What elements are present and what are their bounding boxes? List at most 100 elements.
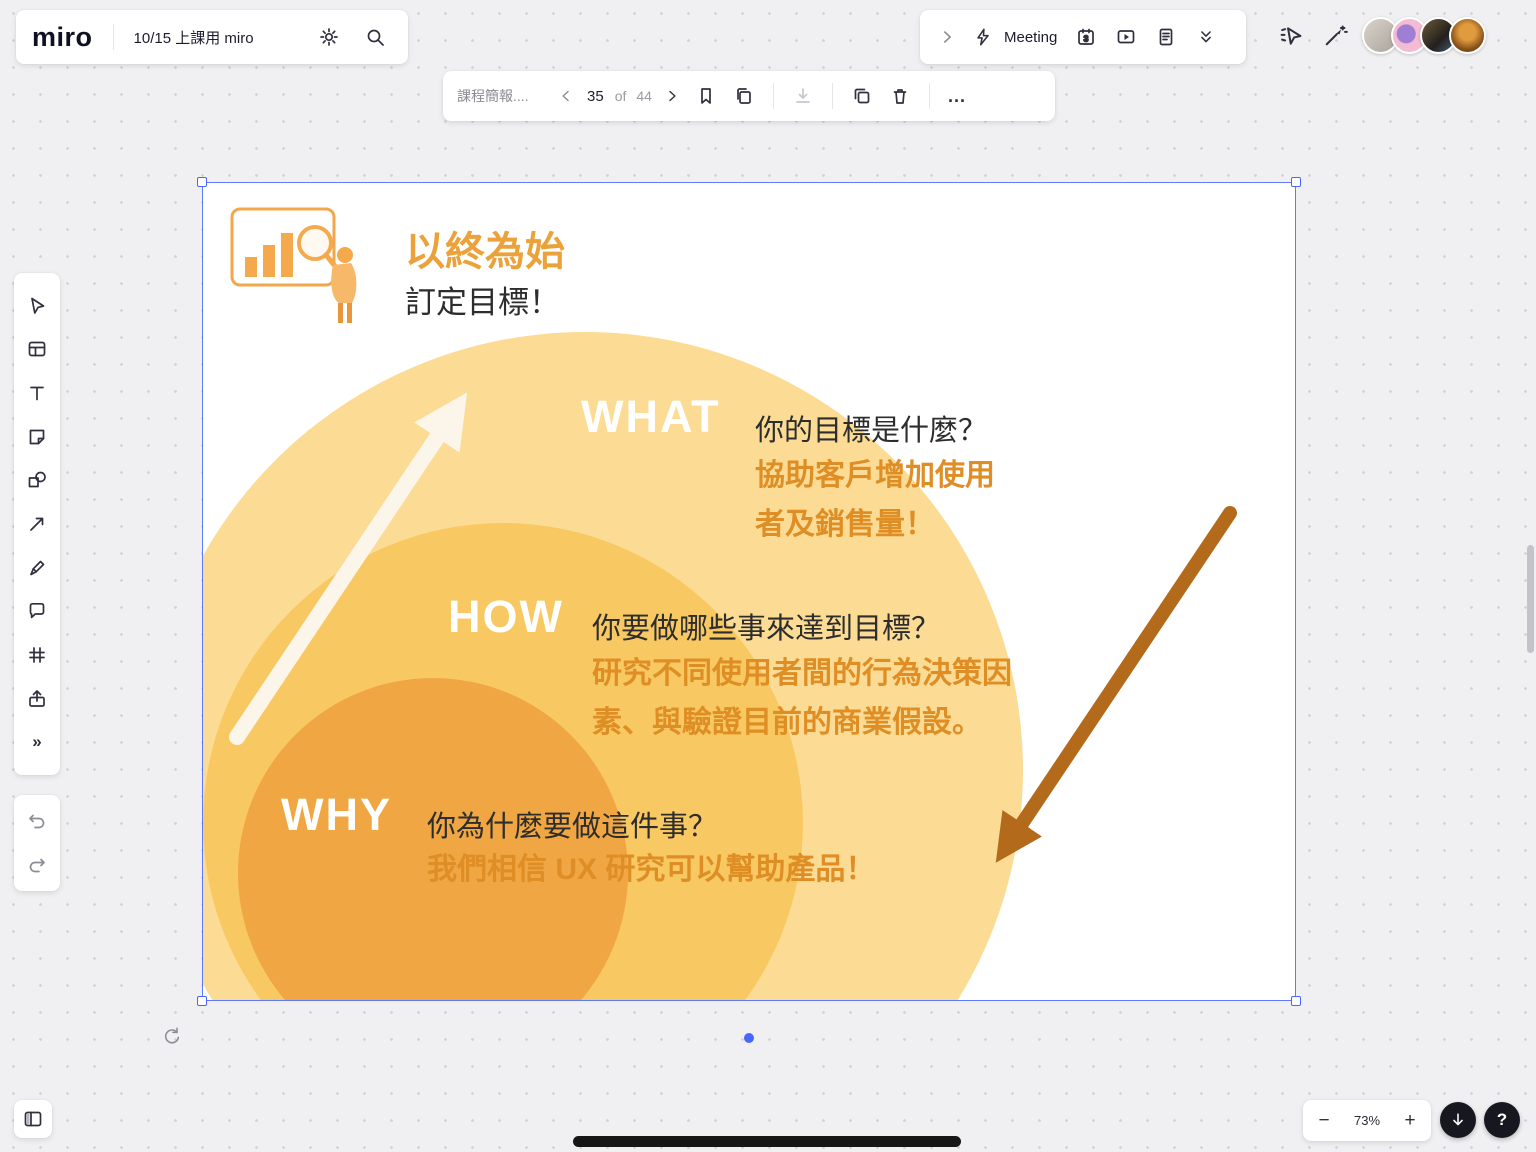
comment-tool[interactable] — [20, 594, 54, 628]
resize-handle-bottom-left[interactable] — [197, 996, 207, 1006]
undo-icon — [26, 810, 48, 832]
bookmark-icon — [695, 85, 717, 107]
shapes-tool[interactable] — [20, 463, 54, 497]
download-button[interactable] — [786, 79, 820, 113]
sticky-note-icon — [26, 426, 48, 448]
follow-cursor-button[interactable] — [1272, 17, 1310, 55]
screenshare-icon — [1115, 26, 1137, 48]
calendar-icon: 3 — [1075, 26, 1097, 48]
of-label: of — [612, 88, 630, 104]
slide-title: 以終為始 — [405, 219, 565, 277]
board-title[interactable]: 10/15 上課用 miro — [134, 27, 300, 48]
select-tool[interactable] — [20, 289, 54, 323]
miro-logo[interactable]: miro — [32, 22, 93, 53]
screenshare-button[interactable] — [1109, 20, 1143, 54]
trash-icon — [889, 85, 911, 107]
upload-icon — [26, 688, 48, 710]
duplicate-icon — [851, 85, 873, 107]
prev-frame-button[interactable] — [553, 79, 579, 113]
double-chevron-down-icon — [1196, 27, 1216, 47]
rotate-icon — [162, 1026, 182, 1046]
laser-pointer-button[interactable] — [1316, 17, 1354, 55]
frame-nav-toolbar: 課程簡報.... 35 of 44 — [443, 71, 1055, 121]
text-icon — [26, 382, 48, 404]
meeting-bar: Meeting 3 — [920, 10, 1246, 64]
templates-icon — [26, 338, 48, 360]
resize-handle-top-left[interactable] — [197, 177, 207, 187]
miro-board-canvas[interactable]: 以終為始 訂定目標！ WHAT 你的目標是什麼？ 協助客戶增加使用 者及銷售量！… — [0, 0, 1536, 1152]
rotate-handle[interactable] — [160, 1024, 184, 1048]
avatar-4[interactable] — [1449, 17, 1486, 54]
notes-button[interactable] — [1149, 20, 1183, 54]
next-frame-button[interactable] — [659, 79, 685, 113]
document-icon — [1155, 26, 1177, 48]
text-tool[interactable] — [20, 376, 54, 410]
more-tools-button[interactable]: » — [20, 725, 54, 759]
frame-tool[interactable] — [20, 638, 54, 672]
resize-handle-top-right[interactable] — [1291, 177, 1301, 187]
search-button[interactable] — [358, 20, 392, 54]
divider — [929, 83, 930, 109]
answer-what-line2: 者及銷售量！ — [755, 500, 995, 549]
header-bar: miro 10/15 上課用 miro — [16, 10, 408, 64]
collapse-left-button[interactable] — [930, 20, 964, 54]
slide-content: 以終為始 訂定目標！ WHAT 你的目標是什麼？ 協助客戶增加使用 者及銷售量！… — [203, 183, 1295, 1000]
frames-panel-button[interactable] — [14, 1100, 52, 1138]
keyword-what: WHAT — [581, 391, 721, 443]
follow-cursor-icon — [1278, 23, 1304, 49]
frame-page-indicator[interactable] — [744, 1033, 754, 1043]
total-page-number: 44 — [633, 88, 655, 104]
agenda-button[interactable]: 3 — [1069, 20, 1103, 54]
undo-redo-toolbar — [14, 795, 60, 891]
collapse-toolbar-button[interactable] — [1189, 20, 1223, 54]
question-why: 你為什麼要做這件事？ — [427, 803, 717, 845]
down-left-arrow — [1009, 513, 1230, 843]
presentation-dock-bar[interactable] — [573, 1136, 961, 1147]
divider — [113, 24, 114, 50]
answer-why: 我們相信 UX 研究可以幫助產品！ — [427, 845, 875, 894]
vertical-scrollbar[interactable] — [1527, 545, 1534, 653]
redo-icon — [26, 854, 48, 876]
undo-button[interactable] — [20, 804, 54, 838]
zoom-level[interactable]: 73% — [1354, 1113, 1380, 1128]
keyword-how: HOW — [448, 591, 564, 643]
chart-analysis-illustration — [229, 201, 369, 329]
pen-icon — [26, 557, 48, 579]
redo-button[interactable] — [20, 848, 54, 882]
connector-tool[interactable] — [20, 507, 54, 541]
zoom-out-button[interactable]: − — [1313, 1110, 1335, 1132]
question-mark-icon: ? — [1497, 1110, 1507, 1130]
meeting-label[interactable]: Meeting — [1004, 29, 1057, 46]
up-right-arrow — [237, 415, 452, 737]
divider — [773, 83, 774, 109]
creation-toolbar: » — [14, 273, 60, 775]
bookmark-button[interactable] — [689, 79, 723, 113]
calendar-badge: 3 — [1084, 34, 1089, 44]
delete-button[interactable] — [883, 79, 917, 113]
pen-tool[interactable] — [20, 551, 54, 585]
hide-interface-button[interactable] — [1440, 1102, 1476, 1138]
resize-handle-bottom-right[interactable] — [1291, 996, 1301, 1006]
meeting-button[interactable] — [970, 20, 996, 54]
duplicate-button[interactable] — [845, 79, 879, 113]
zoom-in-button[interactable]: + — [1399, 1110, 1421, 1132]
chevron-right-icon — [937, 27, 957, 47]
pages-button[interactable] — [727, 79, 761, 113]
sticky-note-tool[interactable] — [20, 420, 54, 454]
slide-subtitle: 訂定目標！ — [405, 277, 560, 322]
current-page-number: 35 — [583, 88, 608, 105]
zoom-controls: − 73% + — [1303, 1100, 1431, 1141]
frame-name-label[interactable]: 課程簡報.... — [457, 86, 549, 106]
help-button[interactable]: ? — [1484, 1102, 1520, 1138]
lightning-icon — [973, 27, 993, 47]
more-options-button[interactable]: ... — [942, 86, 972, 107]
answer-what-line1: 協助客戶增加使用 — [755, 451, 995, 500]
selected-frame[interactable]: 以終為始 訂定目標！ WHAT 你的目標是什麼？ 協助客戶增加使用 者及銷售量！… — [203, 183, 1295, 1000]
answer-how-line1: 研究不同使用者間的行為決策因 — [592, 649, 1012, 698]
cursor-icon — [26, 295, 48, 317]
templates-tool[interactable] — [20, 332, 54, 366]
divider — [832, 83, 833, 109]
double-chevron-right-icon: » — [32, 732, 41, 752]
settings-button[interactable] — [312, 20, 346, 54]
upload-tool[interactable] — [20, 682, 54, 716]
